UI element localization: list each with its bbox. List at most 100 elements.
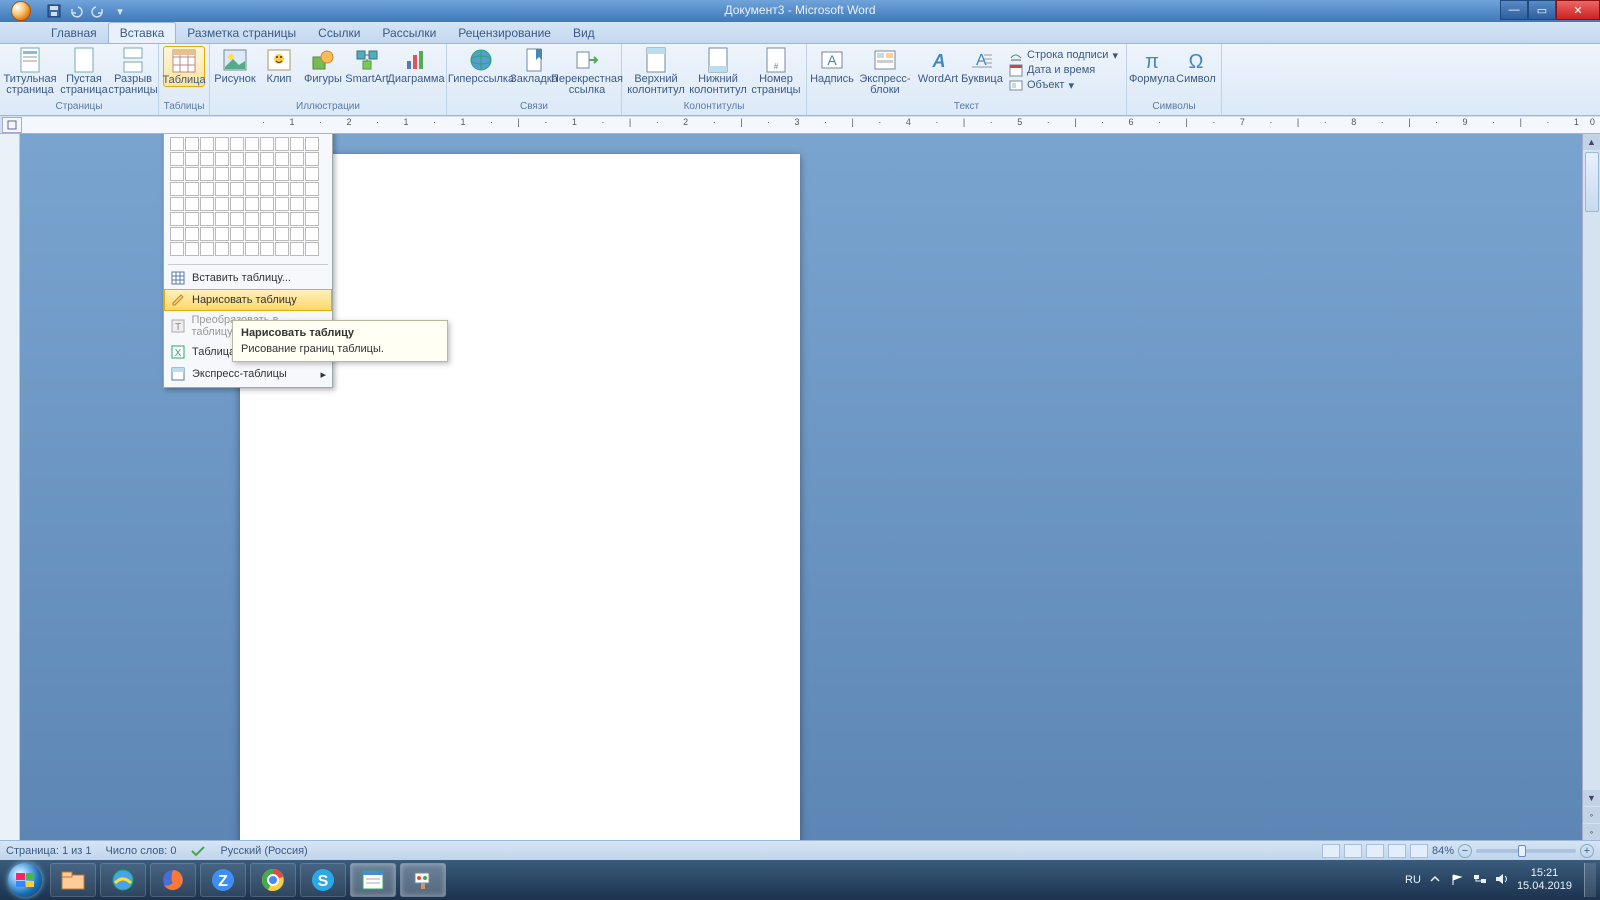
quick-tables-item[interactable]: Экспресс-таблицы ▸ (164, 363, 332, 385)
grid-cell[interactable] (185, 167, 199, 181)
grid-cell[interactable] (230, 227, 244, 241)
grid-cell[interactable] (305, 212, 319, 226)
minimize-button[interactable]: — (1500, 0, 1528, 20)
grid-cell[interactable] (185, 137, 199, 151)
grid-cell[interactable] (170, 212, 184, 226)
grid-cell[interactable] (245, 227, 259, 241)
qat-more-icon[interactable]: ▾ (112, 3, 128, 19)
grid-cell[interactable] (260, 197, 274, 211)
tray-volume-icon[interactable] (1495, 873, 1509, 887)
taskbar-explorer[interactable] (50, 863, 96, 897)
footer-button[interactable]: Нижний колонтитул (688, 46, 748, 96)
picture-button[interactable]: Рисунок (214, 46, 256, 85)
grid-cell[interactable] (260, 152, 274, 166)
undo-icon[interactable] (68, 3, 84, 19)
grid-cell[interactable] (275, 137, 289, 151)
chart-button[interactable]: Диаграмма (390, 46, 442, 85)
grid-cell[interactable] (185, 182, 199, 196)
grid-cell[interactable] (170, 182, 184, 196)
shapes-button[interactable]: Фигуры (302, 46, 344, 85)
show-desktop-button[interactable] (1584, 863, 1596, 897)
close-button[interactable]: ✕ (1556, 0, 1600, 20)
tab-review[interactable]: Рецензирование (447, 23, 562, 43)
grid-cell[interactable] (230, 182, 244, 196)
grid-cell[interactable] (200, 227, 214, 241)
grid-cell[interactable] (245, 137, 259, 151)
equation-button[interactable]: πФормула (1131, 46, 1173, 85)
grid-cell[interactable] (305, 182, 319, 196)
grid-cell[interactable] (230, 137, 244, 151)
object-button[interactable]: Объект ▾ (1009, 78, 1118, 92)
grid-cell[interactable] (200, 197, 214, 211)
vertical-ruler[interactable] (0, 134, 20, 840)
grid-cell[interactable] (290, 242, 304, 256)
page-break-button[interactable]: Разрыв страницы (112, 46, 154, 96)
grid-cell[interactable] (185, 227, 199, 241)
tab-refs[interactable]: Ссылки (307, 23, 371, 43)
grid-cell[interactable] (245, 197, 259, 211)
taskbar-zoom[interactable]: Z (200, 863, 246, 897)
next-page-icon[interactable]: ◦ (1583, 824, 1600, 840)
tab-mail[interactable]: Рассылки (371, 23, 447, 43)
ruler-corner[interactable] (2, 117, 22, 133)
grid-cell[interactable] (260, 242, 274, 256)
cover-page-button[interactable]: Титульная страница (4, 46, 56, 96)
dropcap-button[interactable]: AБуквица (961, 46, 1003, 85)
grid-cell[interactable] (290, 212, 304, 226)
grid-cell[interactable] (185, 152, 199, 166)
taskbar-chrome[interactable] (250, 863, 296, 897)
grid-cell[interactable] (290, 167, 304, 181)
grid-cell[interactable] (275, 227, 289, 241)
grid-cell[interactable] (230, 152, 244, 166)
grid-cell[interactable] (215, 212, 229, 226)
tab-view[interactable]: Вид (562, 23, 606, 43)
date-time-button[interactable]: Дата и время (1009, 63, 1118, 77)
grid-cell[interactable] (215, 197, 229, 211)
view-web[interactable] (1366, 844, 1384, 858)
status-words[interactable]: Число слов: 0 (106, 845, 177, 857)
grid-cell[interactable] (215, 152, 229, 166)
draw-table-item[interactable]: Нарисовать таблицу (164, 289, 332, 311)
tray-flag-icon[interactable] (1451, 873, 1465, 887)
status-page[interactable]: Страница: 1 из 1 (6, 845, 92, 857)
start-button[interactable] (4, 862, 46, 898)
grid-cell[interactable] (230, 212, 244, 226)
crossref-button[interactable]: Перекрестная ссылка (557, 46, 617, 96)
grid-cell[interactable] (260, 212, 274, 226)
office-button[interactable] (2, 0, 40, 22)
grid-cell[interactable] (290, 182, 304, 196)
grid-cell[interactable] (170, 227, 184, 241)
taskbar-ie[interactable] (100, 863, 146, 897)
grid-cell[interactable] (275, 197, 289, 211)
grid-cell[interactable] (215, 242, 229, 256)
grid-cell[interactable] (290, 137, 304, 151)
grid-cell[interactable] (185, 212, 199, 226)
grid-cell[interactable] (305, 197, 319, 211)
signature-line-button[interactable]: Строка подписи ▾ (1009, 48, 1118, 62)
taskbar-paint[interactable] (400, 863, 446, 897)
grid-cell[interactable] (245, 152, 259, 166)
grid-cell[interactable] (200, 212, 214, 226)
table-size-grid[interactable] (164, 135, 332, 262)
blank-page-button[interactable]: Пустая страница (58, 46, 110, 96)
status-language[interactable]: Русский (Россия) (220, 845, 307, 857)
smartart-button[interactable]: SmartArt (346, 46, 388, 85)
header-button[interactable]: Верхний колонтитул (626, 46, 686, 96)
grid-cell[interactable] (170, 197, 184, 211)
grid-cell[interactable] (230, 167, 244, 181)
scroll-thumb[interactable] (1585, 152, 1599, 212)
grid-cell[interactable] (260, 182, 274, 196)
symbol-button[interactable]: ΩСимвол (1175, 46, 1217, 85)
grid-cell[interactable] (200, 182, 214, 196)
grid-cell[interactable] (305, 167, 319, 181)
grid-cell[interactable] (170, 167, 184, 181)
tab-layout[interactable]: Разметка страницы (176, 23, 307, 43)
maximize-button[interactable]: ▭ (1528, 0, 1556, 20)
grid-cell[interactable] (290, 197, 304, 211)
taskbar-firefox[interactable] (150, 863, 196, 897)
prev-page-icon[interactable]: ◦ (1583, 807, 1600, 823)
redo-icon[interactable] (90, 3, 106, 19)
tab-home[interactable]: Главная (40, 23, 108, 43)
grid-cell[interactable] (200, 137, 214, 151)
grid-cell[interactable] (290, 152, 304, 166)
